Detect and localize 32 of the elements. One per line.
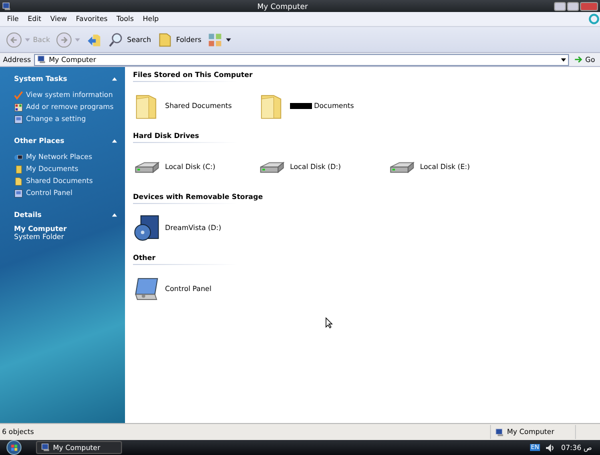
grid-icon [207, 32, 224, 48]
close-button[interactable] [580, 2, 598, 10]
control-panel-icon [14, 188, 23, 198]
caret-icon [226, 38, 232, 42]
control-panel-icon [133, 275, 161, 303]
search-icon [108, 32, 124, 48]
computer-icon [36, 55, 46, 64]
collapse-icon[interactable] [112, 77, 117, 81]
window-icon [2, 2, 11, 10]
minimize-button[interactable] [554, 2, 566, 10]
mouse-pointer-icon [325, 317, 333, 329]
arrow-icon [574, 55, 584, 64]
maximize-button[interactable] [567, 2, 579, 10]
dropdown-caret-icon[interactable] [561, 58, 566, 62]
folder-icon [157, 32, 174, 48]
caret-icon [75, 38, 80, 42]
collapse-icon[interactable] [112, 139, 117, 143]
start-button[interactable] [6, 440, 22, 455]
check-icon [14, 90, 23, 100]
network-icon [14, 152, 23, 162]
collapse-icon[interactable] [112, 213, 117, 217]
computer-icon [41, 443, 50, 452]
computer-icon [495, 428, 504, 436]
views-button[interactable] [207, 32, 232, 48]
control-panel-icon [14, 114, 23, 124]
ring-logo-icon [588, 13, 600, 25]
speaker-icon[interactable] [546, 444, 556, 452]
programs-icon [14, 102, 23, 112]
cd-case-icon [133, 214, 161, 242]
caret-icon [25, 38, 30, 42]
folder-up-icon [86, 32, 102, 48]
up-folder-button[interactable] [86, 32, 102, 48]
